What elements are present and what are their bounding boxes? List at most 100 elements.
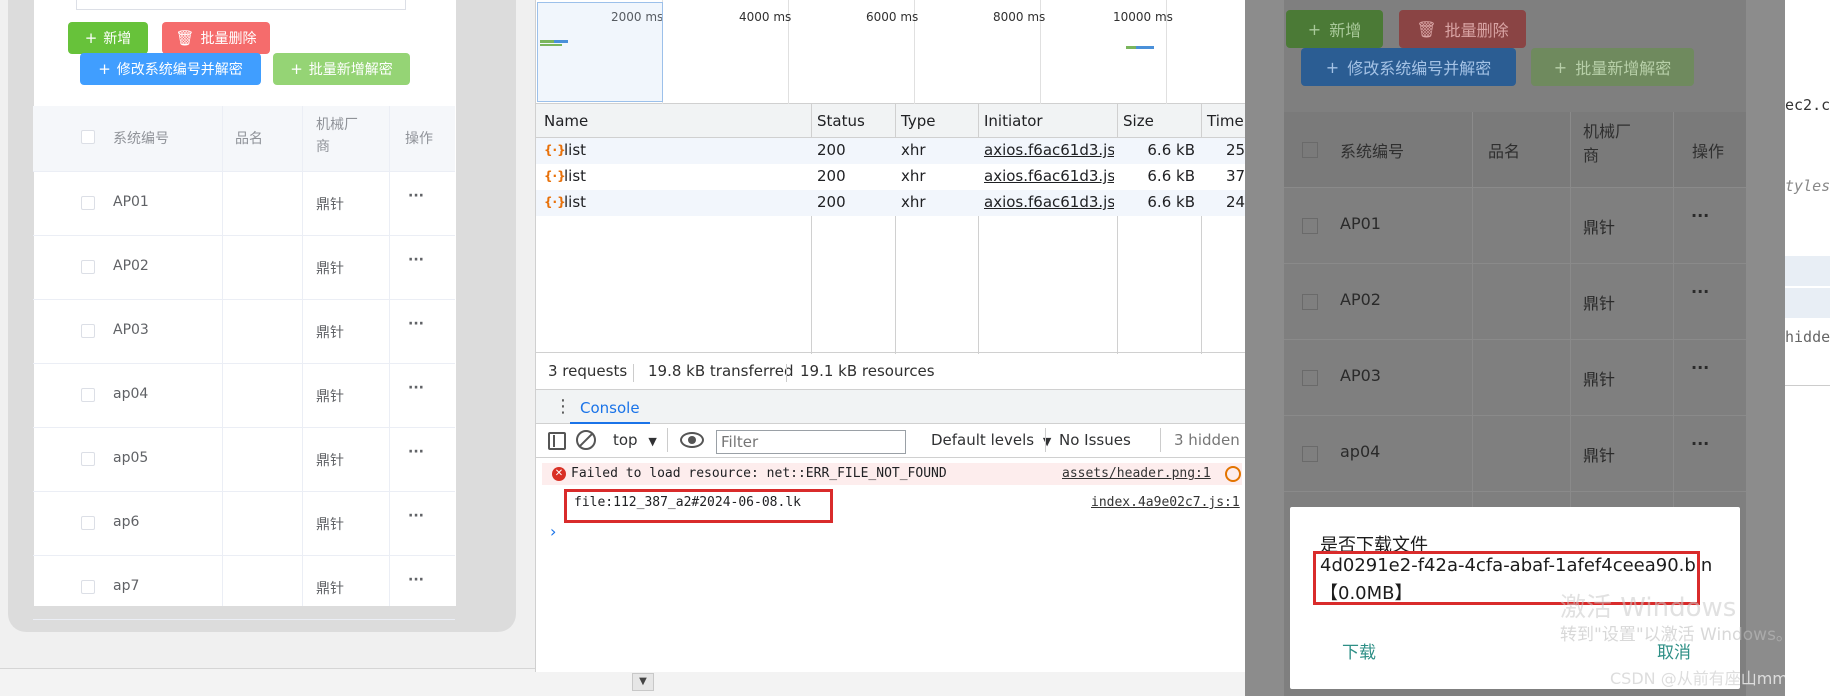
console-filter-input[interactable] xyxy=(716,430,906,454)
plus-icon: + xyxy=(98,60,111,78)
col-status[interactable]: Status xyxy=(817,112,865,130)
request-time: 37 xyxy=(1226,167,1246,185)
more-actions-icon[interactable]: ··· xyxy=(408,444,424,460)
modify-decrypt-button[interactable]: + 修改系统编号并解密 xyxy=(80,53,261,85)
add-button[interactable]: + 新增 xyxy=(1286,10,1383,48)
batch-delete-button[interactable]: 🗑 批量删除 xyxy=(162,22,270,54)
network-request-row[interactable]: {·}list 200 xhr axios.f6ac61d3.js:1 6.6 kB 25 xyxy=(536,138,1246,164)
row-checkbox[interactable] xyxy=(81,196,95,210)
row-checkbox[interactable] xyxy=(1302,294,1318,310)
highlight-box xyxy=(564,489,833,523)
select-all-checkbox[interactable] xyxy=(1302,142,1318,158)
col-size[interactable]: Size xyxy=(1123,112,1154,130)
eye-icon[interactable] xyxy=(680,432,704,448)
more-actions-icon[interactable]: ··· xyxy=(408,572,424,588)
table-row: AP01 鼎针 ··· xyxy=(1284,188,1746,264)
row-checkbox[interactable] xyxy=(81,580,95,594)
tab-console[interactable]: Console xyxy=(570,396,650,424)
col-code: 系统编号 xyxy=(1340,142,1405,161)
request-type: xhr xyxy=(901,167,926,185)
batch-add-decrypt-button[interactable]: + 批量新增解密 xyxy=(273,53,410,85)
row-maker: 鼎针 xyxy=(1583,294,1616,313)
issues-counter[interactable]: No Issues xyxy=(1059,431,1131,449)
row-checkbox[interactable] xyxy=(81,388,95,402)
row-maker: 鼎针 xyxy=(316,581,344,597)
timeline-tick: 10000 ms xyxy=(1113,10,1173,24)
col-initiator[interactable]: Initiator xyxy=(984,112,1043,130)
col-action: 操作 xyxy=(1692,142,1725,161)
row-checkbox[interactable] xyxy=(1302,218,1318,234)
modify-decrypt-button[interactable]: + 修改系统编号并解密 xyxy=(1301,48,1516,86)
row-code: AP01 xyxy=(113,194,149,210)
batch-delete-button[interactable]: 🗑 批量删除 xyxy=(1399,10,1526,48)
col-time[interactable]: Time xyxy=(1207,112,1244,130)
row-checkbox[interactable] xyxy=(81,516,95,530)
xhr-icon: {·} xyxy=(544,169,566,183)
request-bar xyxy=(554,40,568,43)
row-maker: 鼎针 xyxy=(1583,218,1616,237)
hidden-count: 3 hidden xyxy=(1174,431,1240,449)
table-row: ap04 鼎针 ··· xyxy=(33,364,455,428)
more-actions-icon[interactable]: ··· xyxy=(408,188,424,204)
row-code: AP01 xyxy=(1340,214,1381,233)
col-code: 系统编号 xyxy=(113,131,169,147)
col-type[interactable]: Type xyxy=(901,112,935,130)
col-action: 操作 xyxy=(405,131,433,147)
more-actions-icon[interactable]: ··· xyxy=(408,316,424,332)
log-levels-select[interactable]: Default levels ▼ xyxy=(931,431,1051,449)
dropdown-arrow-icon[interactable]: ▼ xyxy=(632,673,654,691)
col-name: 品名 xyxy=(1488,142,1521,161)
table-row: AP01 鼎针 ··· xyxy=(33,172,455,236)
more-actions-icon[interactable]: ··· xyxy=(1691,206,1709,225)
row-maker: 鼎针 xyxy=(316,453,344,469)
more-actions-icon[interactable]: ··· xyxy=(408,252,424,268)
request-initiator-link[interactable]: axios.f6ac61d3.js:1 xyxy=(984,193,1114,211)
table-header: 系统编号 品名 机械厂商 操作 xyxy=(1284,112,1746,188)
add-button[interactable]: + 新增 xyxy=(68,22,148,54)
network-request-row[interactable]: {·}list 200 xhr axios.f6ac61d3.js:1 6.6 kB 37 xyxy=(536,164,1246,190)
download-button[interactable]: 下载 xyxy=(1342,638,1376,663)
more-actions-icon[interactable]: ··· xyxy=(408,380,424,396)
timeline-tick: 6000 ms xyxy=(866,10,919,24)
row-maker: 鼎针 xyxy=(316,261,344,277)
more-actions-icon[interactable]: ··· xyxy=(1691,358,1709,377)
trash-icon: 🗑 xyxy=(1416,19,1437,39)
row-code: ap04 xyxy=(1340,442,1381,461)
row-code: ap05 xyxy=(113,450,149,466)
more-actions-icon[interactable]: ··· xyxy=(408,508,424,524)
network-request-row[interactable]: {·}list 200 xhr axios.f6ac61d3.js:1 6.6 kB 24 xyxy=(536,190,1246,216)
request-size: 6.6 kB xyxy=(1147,167,1195,185)
editor-edge-strip: ec2.c tyles hidde xyxy=(1785,0,1830,696)
row-code: AP03 xyxy=(1340,366,1381,385)
row-checkbox[interactable] xyxy=(1302,446,1318,462)
warning-icon[interactable] xyxy=(1225,466,1241,482)
timeline-selection[interactable] xyxy=(537,2,663,102)
select-all-checkbox[interactable] xyxy=(81,130,95,144)
request-initiator-link[interactable]: axios.f6ac61d3.js:1 xyxy=(984,141,1114,159)
row-checkbox[interactable] xyxy=(81,260,95,274)
row-maker: 鼎针 xyxy=(316,197,344,213)
request-size: 6.6 kB xyxy=(1147,193,1195,211)
sidebar-toggle-icon[interactable] xyxy=(548,432,566,450)
plus-icon: + xyxy=(290,60,303,78)
more-actions-icon[interactable]: ··· xyxy=(1691,282,1709,301)
clear-console-icon[interactable] xyxy=(576,430,596,450)
context-select[interactable]: top ▼ xyxy=(613,431,657,449)
batch-add-decrypt-button[interactable]: + 批量新增解密 xyxy=(1531,48,1694,86)
col-name[interactable]: Name xyxy=(544,112,588,130)
error-source-link[interactable]: assets/header.png:1 xyxy=(1062,466,1211,481)
table-row: AP02 鼎针 ··· xyxy=(33,236,455,300)
col-maker: 机械厂商 xyxy=(1583,122,1632,165)
trash-icon: 🗑 xyxy=(175,29,195,47)
console-prompt[interactable]: › xyxy=(550,522,556,541)
request-status: 200 xyxy=(817,141,846,159)
activation-watermark-title: 激活 Windows xyxy=(1560,593,1737,623)
log-source-link[interactable]: index.4a9e02c7.js:1 xyxy=(1091,495,1240,510)
row-checkbox[interactable] xyxy=(81,324,95,338)
row-checkbox[interactable] xyxy=(1302,370,1318,386)
request-initiator-link[interactable]: axios.f6ac61d3.js:1 xyxy=(984,167,1114,185)
more-actions-icon[interactable]: ··· xyxy=(1691,434,1709,453)
row-maker: 鼎针 xyxy=(316,389,344,405)
row-checkbox[interactable] xyxy=(81,452,95,466)
summary-transferred: 19.8 kB transferred xyxy=(648,362,794,380)
